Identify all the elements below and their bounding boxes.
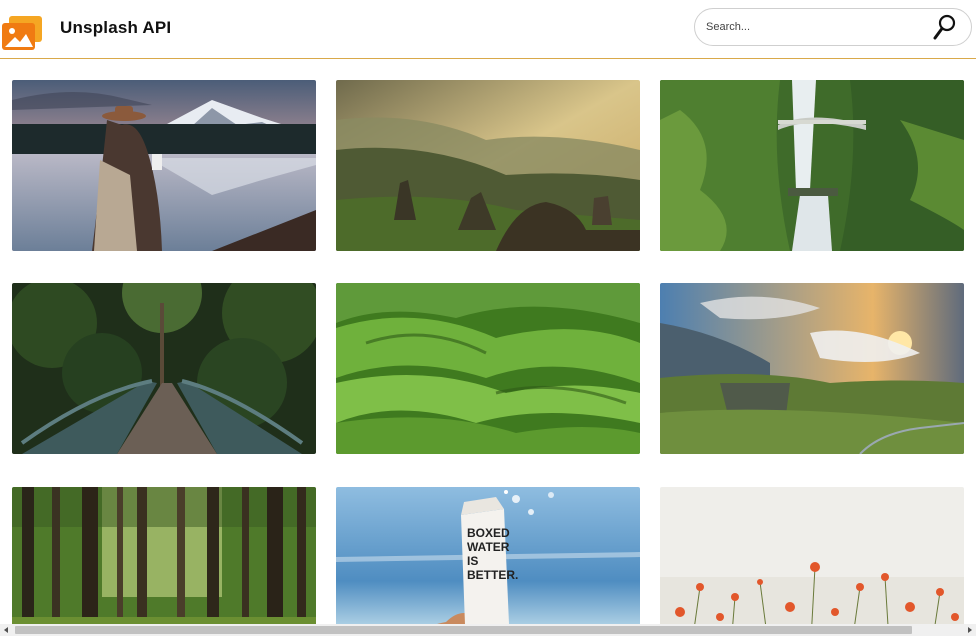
svg-text:WATER: WATER bbox=[467, 540, 510, 554]
photo-card-boxed-water[interactable]: BOXED WATER IS BETTER. bbox=[336, 487, 640, 624]
photo-card-sunset-cliffs[interactable] bbox=[660, 283, 964, 454]
svg-text:IS: IS bbox=[467, 554, 478, 568]
app-header: Unsplash API bbox=[0, 0, 976, 59]
photo-card-poppy-field[interactable] bbox=[660, 487, 964, 624]
app-title: Unsplash API bbox=[60, 18, 172, 37]
search-box bbox=[694, 8, 972, 46]
magnifier-icon[interactable] bbox=[931, 13, 959, 41]
photo-card-lake-woman[interactable] bbox=[12, 80, 316, 251]
photo-card-waterfall[interactable] bbox=[660, 80, 964, 251]
svg-text:BETTER.: BETTER. bbox=[467, 568, 518, 582]
image-gallery-icon bbox=[2, 16, 42, 50]
photo-card-forest-bridge[interactable] bbox=[12, 283, 316, 454]
photo-grid: BOXED WATER IS BETTER. bbox=[0, 60, 976, 624]
scrollbar-thumb[interactable] bbox=[15, 626, 912, 634]
scroll-left-arrow-icon[interactable] bbox=[0, 624, 12, 636]
photo-card-pine-forest[interactable] bbox=[12, 487, 316, 624]
photo-card-misty-valley[interactable] bbox=[336, 80, 640, 251]
horizontal-scrollbar[interactable] bbox=[0, 624, 976, 636]
scroll-right-arrow-icon[interactable] bbox=[964, 624, 976, 636]
photo-card-green-hills[interactable] bbox=[336, 283, 640, 454]
search-input[interactable] bbox=[706, 19, 916, 35]
svg-text:BOXED: BOXED bbox=[467, 526, 510, 540]
